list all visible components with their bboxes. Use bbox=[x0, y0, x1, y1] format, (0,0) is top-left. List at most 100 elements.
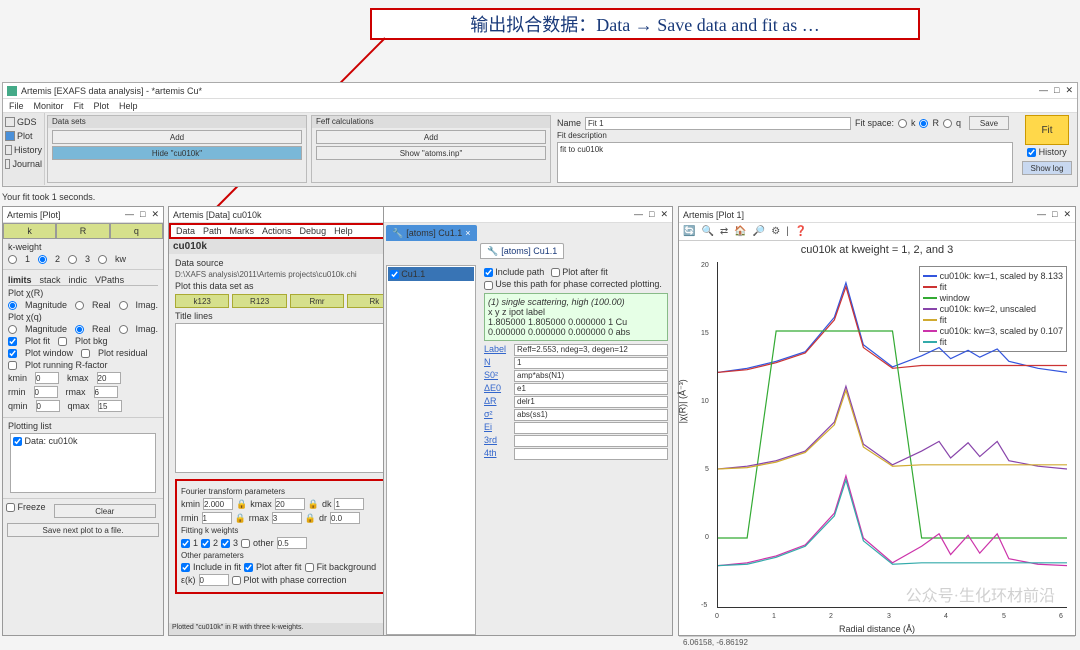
ft-kmax[interactable] bbox=[275, 498, 305, 510]
qmax-input[interactable] bbox=[98, 400, 122, 412]
xq-real[interactable] bbox=[75, 325, 84, 334]
ft-kmin[interactable] bbox=[203, 498, 233, 510]
arrows-icon[interactable]: ⇄ bbox=[720, 226, 728, 237]
freeze-checkbox[interactable]: Freeze bbox=[6, 502, 46, 520]
rmax-input[interactable] bbox=[94, 386, 118, 398]
param-s02[interactable] bbox=[514, 370, 668, 382]
plot-tab-k[interactable]: k bbox=[3, 223, 56, 239]
ft-dk[interactable] bbox=[334, 498, 364, 510]
search-icon[interactable]: 🔎 bbox=[753, 226, 765, 237]
fit-desc-text[interactable]: fit to cu010k bbox=[557, 142, 1013, 183]
plot-tab-q[interactable]: q bbox=[110, 223, 163, 239]
chk-usephase[interactable] bbox=[484, 281, 493, 290]
tab-stack[interactable]: stack bbox=[40, 275, 61, 285]
showlog-button[interactable]: Show log bbox=[1022, 161, 1072, 175]
xr-imag[interactable] bbox=[119, 301, 128, 310]
kw-kw[interactable] bbox=[98, 255, 107, 264]
eps-input[interactable] bbox=[199, 574, 229, 586]
chk-plotrun[interactable] bbox=[8, 361, 17, 370]
datasets-hide-button[interactable]: Hide "cu010k" bbox=[52, 146, 302, 160]
fkw-1[interactable] bbox=[181, 539, 190, 548]
menu-file[interactable]: File bbox=[9, 101, 24, 111]
menu-help[interactable]: Help bbox=[119, 101, 138, 111]
zoom-icon[interactable]: 🔍 bbox=[701, 226, 713, 237]
chk-plotafter[interactable] bbox=[244, 563, 253, 572]
main-menubar[interactable]: File Monitor Fit Plot Help bbox=[3, 99, 1077, 113]
save-button[interactable]: Save bbox=[969, 116, 1009, 130]
dw-menu-data[interactable]: Data bbox=[176, 226, 195, 236]
fkw-2[interactable] bbox=[201, 539, 210, 548]
dw-menu-actions[interactable]: Actions bbox=[262, 226, 292, 236]
rmin-input[interactable] bbox=[34, 386, 58, 398]
kmax-input[interactable] bbox=[97, 372, 121, 384]
menu-fit[interactable]: Fit bbox=[74, 101, 84, 111]
lock-icon[interactable]: 🔒 bbox=[305, 513, 316, 524]
chk-path-plotafter[interactable] bbox=[551, 268, 560, 277]
help-icon[interactable]: ❓ bbox=[795, 226, 807, 237]
tab-indic[interactable]: indic bbox=[69, 275, 88, 285]
label-input[interactable] bbox=[514, 344, 668, 356]
plot-tab-r[interactable]: R bbox=[56, 223, 109, 239]
chk-include[interactable] bbox=[181, 563, 190, 572]
tab-vpaths[interactable]: VPaths bbox=[95, 275, 124, 285]
fkw-other-val[interactable] bbox=[277, 537, 307, 549]
plot-area[interactable]: cu010k at kweight = 1, 2, and 3 cu010k: … bbox=[679, 244, 1075, 636]
ft-rmin[interactable] bbox=[202, 512, 232, 524]
window-buttons[interactable]: —□✕ bbox=[1039, 85, 1073, 96]
tab-limits[interactable]: limits bbox=[8, 275, 32, 285]
xr-real[interactable] bbox=[75, 301, 84, 310]
param-dr[interactable] bbox=[514, 396, 668, 408]
qmin-input[interactable] bbox=[36, 400, 60, 412]
plot-k123[interactable]: k123 bbox=[175, 294, 229, 308]
fit-name-input[interactable] bbox=[585, 117, 851, 130]
fit-button[interactable]: Fit bbox=[1025, 115, 1069, 145]
refresh-icon[interactable]: 🔄 bbox=[683, 226, 695, 237]
chk-plotfit[interactable] bbox=[8, 337, 17, 346]
tb-journal[interactable]: Journal bbox=[5, 157, 42, 171]
menu-monitor[interactable]: Monitor bbox=[34, 101, 64, 111]
kmin-input[interactable] bbox=[35, 372, 59, 384]
feff-show-button[interactable]: Show "atoms.inp" bbox=[316, 146, 546, 160]
home-icon[interactable]: 🏠 bbox=[734, 226, 746, 237]
xq-mag[interactable] bbox=[8, 325, 17, 334]
chk-plotres[interactable] bbox=[81, 349, 90, 358]
list-data-item[interactable] bbox=[13, 437, 22, 446]
ft-rmax[interactable] bbox=[272, 512, 302, 524]
path-tab-1[interactable]: 🔧[atoms] Cu1.1× bbox=[386, 225, 477, 241]
menu-plot[interactable]: Plot bbox=[94, 101, 110, 111]
fkw-3[interactable] bbox=[221, 539, 230, 548]
param-4th[interactable] bbox=[514, 448, 668, 460]
param-ss[interactable] bbox=[514, 409, 668, 421]
xq-imag[interactable] bbox=[119, 325, 128, 334]
ft-dr[interactable] bbox=[330, 512, 360, 524]
param-de0[interactable] bbox=[514, 383, 668, 395]
param-n[interactable] bbox=[514, 357, 668, 369]
fkw-other[interactable] bbox=[241, 539, 250, 548]
tb-history[interactable]: History bbox=[5, 143, 42, 157]
tb-gds[interactable]: GDS bbox=[5, 115, 42, 129]
chk-plotbkg[interactable] bbox=[58, 337, 67, 346]
lock-icon[interactable]: 🔒 bbox=[236, 499, 247, 510]
lock-icon[interactable]: 🔒 bbox=[308, 499, 319, 510]
kw-2[interactable] bbox=[38, 255, 47, 264]
dw-menu-marks[interactable]: Marks bbox=[230, 226, 255, 236]
plotting-list[interactable]: Data: cu010k bbox=[10, 433, 156, 493]
xr-mag[interactable] bbox=[8, 301, 17, 310]
plot-toolbar[interactable]: 🔄 🔍 ⇄ 🏠 🔎 ⚙ | ❓ bbox=[679, 223, 1075, 241]
path-inner-tab[interactable]: 🔧[atoms] Cu1.1 bbox=[480, 243, 564, 259]
plot-r123[interactable]: R123 bbox=[232, 294, 286, 308]
dw-menu-help[interactable]: Help bbox=[334, 226, 353, 236]
datasets-add-button[interactable]: Add bbox=[52, 130, 302, 144]
clear-button[interactable]: Clear bbox=[54, 504, 156, 518]
plot-rmr[interactable]: Rmr bbox=[290, 294, 344, 308]
chk-includepath[interactable] bbox=[484, 268, 493, 277]
lock-icon[interactable]: 🔒 bbox=[235, 513, 246, 524]
tb-plot[interactable]: Plot bbox=[5, 129, 42, 143]
side-item-cu[interactable]: Cu1.1 bbox=[388, 267, 474, 281]
chk-plotwin[interactable] bbox=[8, 349, 17, 358]
param-ei[interactable] bbox=[514, 422, 668, 434]
feff-add-button[interactable]: Add bbox=[316, 130, 546, 144]
kw-3[interactable] bbox=[68, 255, 77, 264]
gear-icon[interactable]: ⚙ bbox=[771, 226, 780, 237]
chk-plotphase[interactable] bbox=[232, 576, 241, 585]
